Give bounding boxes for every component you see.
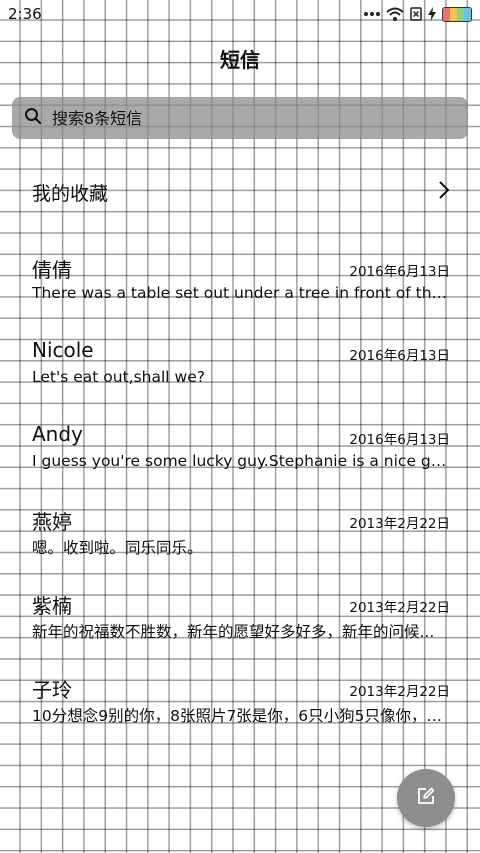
page-title: 短信 bbox=[220, 48, 260, 72]
message-sender: Nicole bbox=[32, 338, 94, 362]
message-date: 2016年6月13日 bbox=[349, 432, 450, 448]
message-date: 2016年6月13日 bbox=[349, 264, 450, 280]
sim-card-icon bbox=[410, 7, 422, 21]
chevron-right-icon bbox=[438, 180, 450, 204]
message-date: 2013年2月22日 bbox=[349, 516, 450, 532]
message-item[interactable]: 子玲 2013年2月22日 10分想念9别的你，8张照片7张是你，6只小狗5只像… bbox=[32, 674, 450, 734]
search-input[interactable] bbox=[52, 108, 456, 128]
message-preview: 10分想念9别的你，8张照片7张是你，6只小狗5只像你，4... bbox=[32, 707, 450, 725]
wifi-icon bbox=[386, 7, 404, 21]
signal-dots-icon bbox=[364, 11, 380, 17]
message-preview: I guess you're some lucky guy.Stephanie … bbox=[32, 452, 450, 470]
message-preview: There was a table set out under a tree i… bbox=[32, 284, 450, 302]
message-sender: 燕婷 bbox=[32, 510, 72, 534]
message-sender: 倩倩 bbox=[32, 258, 72, 282]
message-date: 2013年2月22日 bbox=[349, 684, 450, 700]
status-time: 2:36 bbox=[8, 5, 42, 23]
message-item[interactable]: 紫楠 2013年2月22日 新年的祝福数不胜数，新年的愿望好多好多，新年的问候.… bbox=[32, 590, 450, 650]
compose-icon bbox=[416, 786, 436, 810]
compose-button[interactable] bbox=[397, 769, 455, 827]
message-preview: Let's eat out,shall we? bbox=[32, 368, 205, 386]
message-sender: 子玲 bbox=[32, 678, 72, 702]
charging-icon bbox=[428, 7, 436, 21]
message-preview: 新年的祝福数不胜数，新年的愿望好多好多，新年的问候... bbox=[32, 623, 435, 641]
message-sender: 紫楠 bbox=[32, 594, 72, 618]
message-preview: 嗯。收到啦。同乐同乐。 bbox=[32, 539, 203, 557]
message-item[interactable]: Andy 2016年6月13日 I guess you're some luck… bbox=[32, 422, 450, 482]
status-icons bbox=[364, 6, 472, 22]
battery-icon bbox=[442, 6, 472, 22]
search-bar[interactable] bbox=[12, 97, 468, 139]
status-bar: 2:36 bbox=[0, 0, 480, 28]
message-sender: Andy bbox=[32, 422, 83, 446]
search-icon bbox=[24, 107, 52, 129]
message-item[interactable]: 倩倩 2016年6月13日 There was a table set out … bbox=[32, 254, 450, 314]
message-date: 2013年2月22日 bbox=[349, 600, 450, 616]
favorites-label: 我的收藏 bbox=[32, 182, 109, 205]
message-item[interactable]: Nicole 2016年6月13日 Let's eat out,shall we… bbox=[32, 338, 450, 398]
message-date: 2016年6月13日 bbox=[349, 348, 450, 364]
message-item[interactable]: 燕婷 2013年2月22日 嗯。收到啦。同乐同乐。 bbox=[32, 506, 450, 566]
favorites-row[interactable]: 我的收藏 bbox=[32, 172, 450, 212]
